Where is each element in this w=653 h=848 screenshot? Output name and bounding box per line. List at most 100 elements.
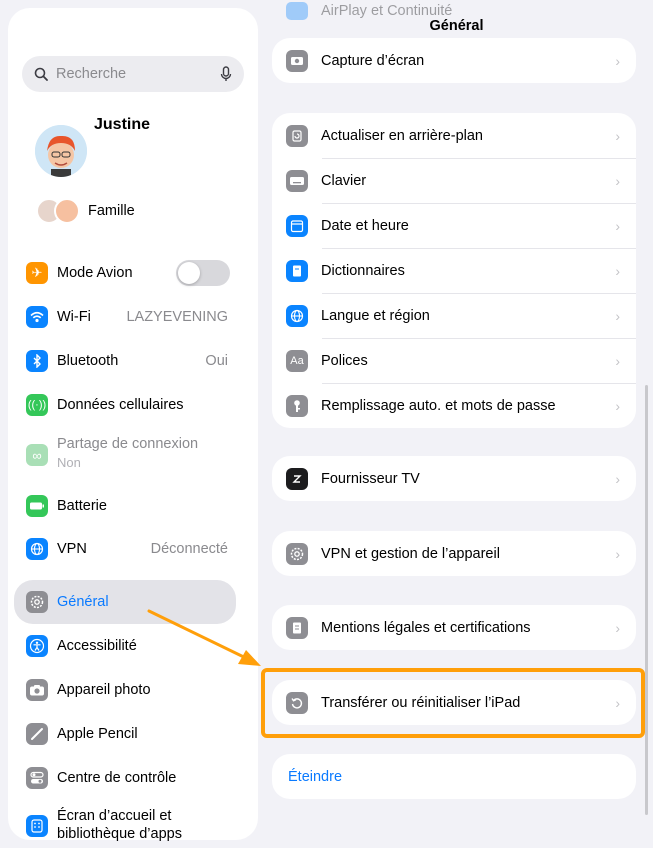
profile-name: Justine <box>94 116 151 133</box>
book-icon <box>286 259 308 282</box>
settings-group: Éteindre <box>272 754 636 799</box>
document-icon <box>286 616 308 639</box>
sidebar-item-accessibility[interactable]: Accessibilité <box>14 627 236 665</box>
chevron-right-icon: › <box>615 262 620 279</box>
row-keyboard[interactable]: Clavier › <box>272 158 636 203</box>
row-label: Mentions légales et certifications <box>321 619 531 636</box>
accessibility-icon <box>26 635 48 657</box>
chevron-right-icon: › <box>615 545 620 562</box>
key-icon <box>286 394 308 417</box>
settings-group: VPN et gestion de l’appareil › <box>272 531 636 576</box>
font-icon: Aa <box>286 349 308 372</box>
family-avatar <box>54 198 80 224</box>
sidebar-item-control-center[interactable]: Centre de contrôle <box>14 759 236 797</box>
row-label: Capture d’écran <box>321 52 425 69</box>
row-label: Date et heure <box>321 217 409 234</box>
scrollbar[interactable] <box>645 385 648 815</box>
sidebar-item-wifi[interactable]: Wi-Fi LAZYEVENING <box>14 298 236 336</box>
row-language-region[interactable]: Langue et région › <box>272 293 636 338</box>
settings-group: Fournisseur TV › <box>272 456 636 501</box>
bluetooth-icon <box>26 350 48 372</box>
row-label: Fournisseur TV <box>321 470 420 487</box>
sidebar-item-camera[interactable]: Appareil photo <box>14 671 236 709</box>
row-label: Dictionnaires <box>321 262 405 279</box>
sidebar-item-label: Bluetooth <box>57 353 119 369</box>
gear-icon <box>286 542 308 565</box>
row-legal-certifications[interactable]: Mentions légales et certifications › <box>272 605 636 650</box>
chevron-right-icon: › <box>615 352 620 369</box>
search-icon <box>34 67 48 81</box>
sidebar-item-label: Accessibilité <box>57 638 137 654</box>
bluetooth-status-value: Oui <box>205 353 228 369</box>
row-label: Actualiser en arrière-plan <box>321 127 483 144</box>
wifi-network-value: LAZYEVENING <box>126 309 228 325</box>
gear-icon <box>26 591 48 613</box>
sidebar-item-cellular[interactable]: ((·)) Données cellulaires <box>14 386 236 424</box>
sidebar-item-label: Centre de contrôle <box>57 770 177 786</box>
refresh-icon <box>286 124 308 147</box>
chevron-right-icon: › <box>615 172 620 189</box>
row-vpn-device-management[interactable]: VPN et gestion de l’appareil › <box>272 531 636 576</box>
row-label: Remplissage auto. et mots de passe <box>321 397 556 414</box>
airplane-toggle[interactable] <box>176 260 230 286</box>
sidebar-item-battery[interactable]: Batterie <box>14 487 236 525</box>
chevron-right-icon: › <box>615 52 620 69</box>
globe-icon <box>286 304 308 327</box>
sidebar-item-airplane-mode[interactable]: ✈ Mode Avion <box>14 254 236 292</box>
highlight-box <box>261 668 645 738</box>
shutdown-label: Éteindre <box>288 768 343 785</box>
camera-icon <box>286 49 308 72</box>
chevron-right-icon: › <box>615 470 620 487</box>
sidebar-item-label: Apple Pencil <box>57 726 138 742</box>
row-autofill-passwords[interactable]: Remplissage auto. et mots de passe › <box>272 383 636 428</box>
search-field[interactable]: Recherche <box>22 56 244 92</box>
nav-header: AirPlay et Continuité Général <box>260 0 653 40</box>
sidebar-item-apple-pencil[interactable]: Apple Pencil <box>14 715 236 753</box>
airplane-icon: ✈ <box>26 262 48 284</box>
row-date-time[interactable]: Date et heure › <box>272 203 636 248</box>
antenna-icon: ((·)) <box>26 394 48 416</box>
vpn-status-value: Déconnecté <box>150 541 228 557</box>
chevron-right-icon: › <box>615 397 620 414</box>
avatar <box>35 125 87 177</box>
sidebar-item-label: Batterie <box>57 498 107 514</box>
globe-icon <box>26 538 48 560</box>
home-grid-icon <box>26 815 48 837</box>
link-icon: ∞ <box>26 444 48 466</box>
family-row[interactable]: Famille <box>36 198 135 224</box>
sidebar-item-hotspot[interactable]: ∞ Partage de connexion Non <box>14 432 236 478</box>
sidebar-item-general[interactable]: Général <box>14 580 236 624</box>
row-background-refresh[interactable]: Actualiser en arrière-plan › <box>272 113 636 158</box>
sidebar-item-label: Mode Avion <box>57 265 133 281</box>
settings-group: Actualiser en arrière-plan › Clavier › D… <box>272 113 636 428</box>
chevron-right-icon: › <box>615 127 620 144</box>
settings-group: Mentions légales et certifications › <box>272 605 636 650</box>
microphone-icon[interactable] <box>220 66 232 82</box>
sidebar-item-label: VPN <box>57 541 87 557</box>
shutdown-button[interactable]: Éteindre <box>272 754 636 799</box>
row-fonts[interactable]: Aa Polices › <box>272 338 636 383</box>
sidebar-item-home-screen[interactable]: Écran d’accueil et bibliothèque d’apps <box>14 805 236 841</box>
sidebar-item-bluetooth[interactable]: Bluetooth Oui <box>14 342 236 380</box>
sidebar-item-label: Partage de connexion <box>57 436 199 452</box>
top-partial-label: AirPlay et Continuité <box>321 3 453 19</box>
sidebar-item-vpn[interactable]: VPN Déconnecté <box>14 530 236 568</box>
row-label: VPN et gestion de l’appareil <box>321 545 500 562</box>
row-label: Langue et région <box>321 307 430 324</box>
wifi-icon <box>26 306 48 328</box>
calendar-icon <box>286 214 308 237</box>
sidebar-item-label: Données cellulaires <box>57 397 184 413</box>
row-screenshot[interactable]: Capture d’écran › <box>272 38 636 83</box>
page-title: Général <box>429 18 484 34</box>
row-tv-provider[interactable]: Fournisseur TV › <box>272 456 636 501</box>
settings-group: Capture d’écran › <box>272 38 636 83</box>
row-label: Polices <box>321 352 368 369</box>
tv-icon <box>286 467 308 490</box>
row-dictionaries[interactable]: Dictionnaires › <box>272 248 636 293</box>
family-label: Famille <box>88 203 135 219</box>
profile-card[interactable]: Justine <box>22 116 244 196</box>
row-label: Clavier <box>321 172 367 189</box>
switches-icon <box>26 767 48 789</box>
keyboard-icon <box>286 169 308 192</box>
sidebar-item-label: Général <box>57 594 109 610</box>
